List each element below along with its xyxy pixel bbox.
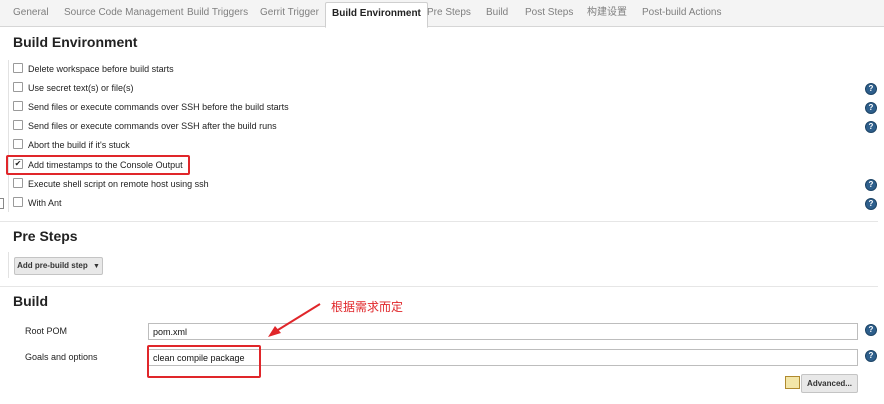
option-with-ant[interactable]: With Ant [13, 195, 62, 211]
collapse-handle[interactable] [0, 198, 4, 209]
advanced-button[interactable]: Advanced... [801, 374, 858, 393]
pre-steps-title: Pre Steps [13, 228, 78, 244]
section-divider [0, 286, 878, 287]
help-icon[interactable]: ? [865, 324, 877, 336]
help-icon[interactable]: ? [865, 102, 877, 114]
option-label: Send files or execute commands over SSH … [28, 102, 289, 112]
help-icon[interactable]: ? [865, 179, 877, 191]
checkbox[interactable] [13, 177, 23, 188]
option-label: Send files or execute commands over SSH … [28, 121, 277, 131]
option-secret-text[interactable]: Use secret text(s) or file(s) [13, 80, 134, 96]
help-icon[interactable]: ? [865, 121, 877, 133]
checkbox[interactable] [13, 62, 23, 73]
highlight-box [6, 155, 190, 175]
option-label: Delete workspace before build starts [28, 64, 174, 74]
section-divider [8, 60, 9, 212]
option-ssh-before[interactable]: Send files or execute commands over SSH … [13, 99, 289, 115]
config-tabbar: General Source Code Management Build Tri… [0, 0, 884, 28]
tab-general[interactable]: General [13, 0, 49, 26]
build-title: Build [13, 293, 48, 309]
root-pom-field[interactable]: pom.xml [148, 323, 858, 340]
checkbox[interactable] [13, 138, 23, 149]
chevron-down-icon: ▼ [92, 263, 100, 270]
root-pom-label: Root POM [25, 326, 68, 336]
option-remote-ssh-shell[interactable]: Execute shell script on remote host usin… [13, 176, 209, 192]
checkbox[interactable] [13, 119, 23, 130]
button-label: Add pre-build step [17, 261, 88, 270]
help-icon[interactable]: ? [865, 198, 877, 210]
tab-build-settings[interactable]: 构建设置 [587, 0, 627, 26]
option-label: Use secret text(s) or file(s) [28, 83, 134, 93]
goals-label: Goals and options [25, 352, 98, 362]
option-label: Execute shell script on remote host usin… [28, 179, 209, 189]
checkbox[interactable] [13, 81, 23, 92]
help-icon[interactable]: ? [865, 83, 877, 95]
annotation-arrow [268, 303, 321, 337]
tab-build[interactable]: Build [486, 0, 508, 26]
tab-build-environment[interactable]: Build Environment [325, 2, 428, 28]
checkbox[interactable] [13, 196, 23, 207]
tab-post-build-actions[interactable]: Post-build Actions [642, 0, 722, 26]
option-ssh-after[interactable]: Send files or execute commands over SSH … [13, 118, 277, 134]
tab-gerrit-trigger[interactable]: Gerrit Trigger [260, 0, 319, 26]
build-environment-title: Build Environment [13, 34, 138, 50]
annotation-text: 根据需求而定 [331, 300, 404, 314]
tab-pre-steps[interactable]: Pre Steps [427, 0, 471, 26]
checkbox[interactable] [13, 100, 23, 111]
option-label: Abort the build if it's stuck [28, 140, 130, 150]
option-label: With Ant [28, 198, 62, 208]
section-divider [0, 221, 878, 222]
help-icon[interactable]: ? [865, 350, 877, 362]
tab-build-triggers[interactable]: Build Triggers [187, 0, 248, 26]
add-pre-build-step-button[interactable]: Add pre-build step ▼ [14, 257, 103, 275]
section-divider [8, 252, 9, 278]
option-delete-workspace[interactable]: Delete workspace before build starts [13, 61, 174, 77]
tab-source-code-management[interactable]: Source Code Management [64, 0, 184, 26]
highlight-box [147, 345, 261, 378]
option-abort-if-stuck[interactable]: Abort the build if it's stuck [13, 137, 130, 153]
notepad-icon[interactable] [785, 376, 800, 389]
tab-post-steps[interactable]: Post Steps [525, 0, 573, 26]
